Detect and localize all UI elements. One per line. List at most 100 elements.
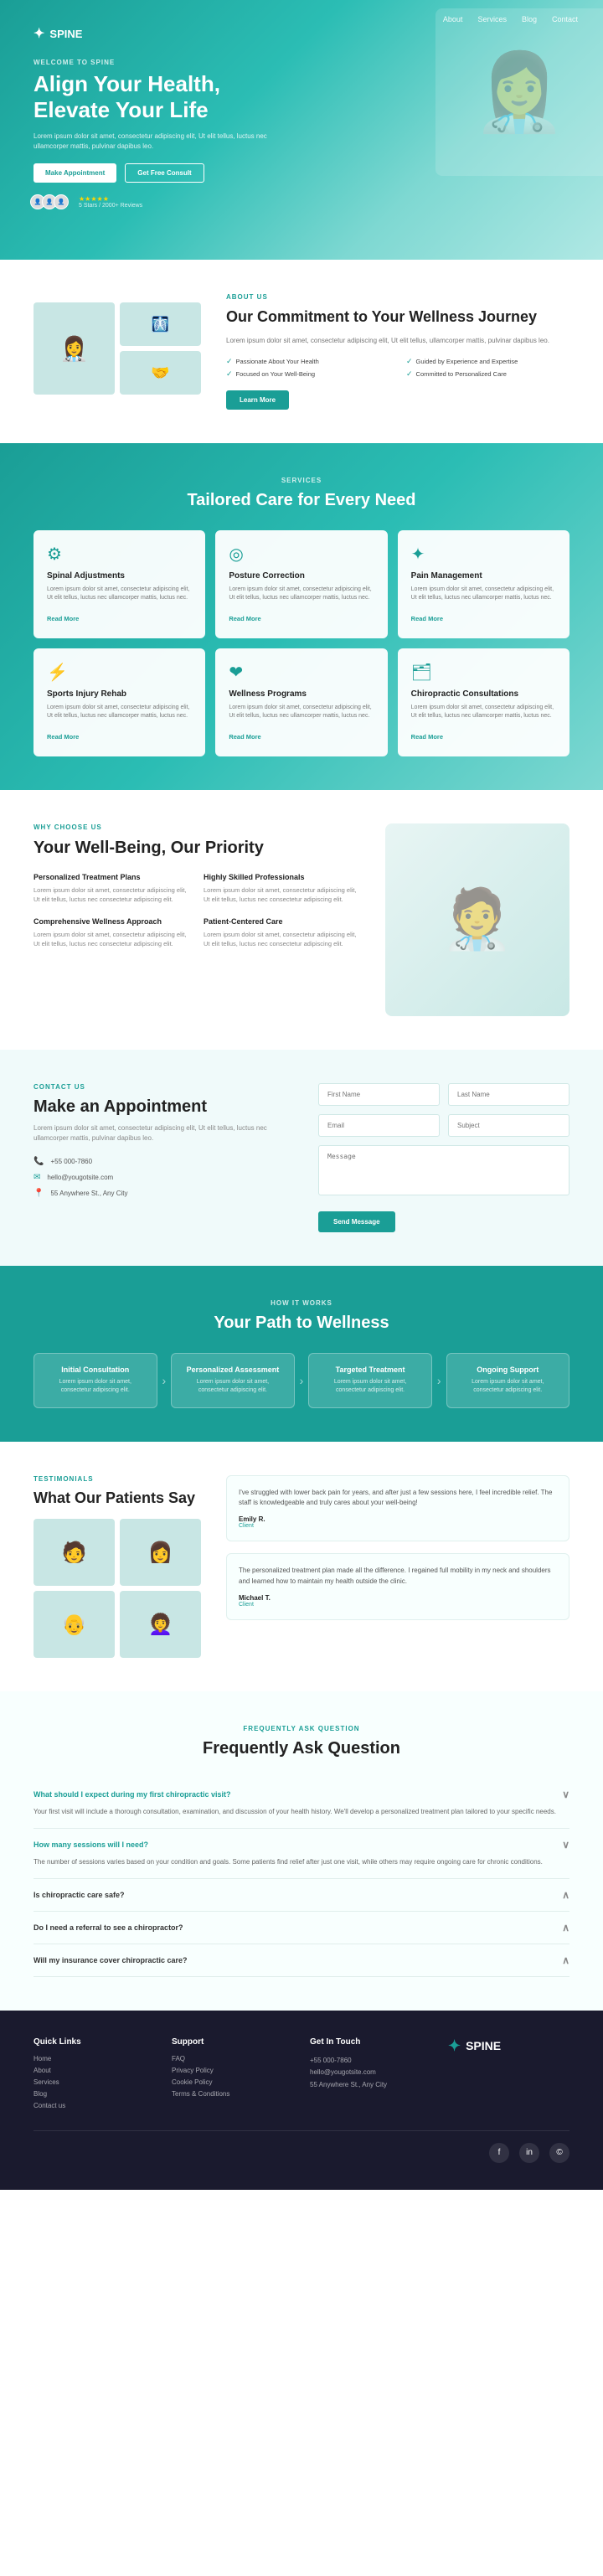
faq-question-4[interactable]: Will my insurance cover chiropractic car… — [34, 1954, 570, 1966]
hero-social-proof: 👤 👤 👤 ★★★★★ 5 Stars / 2000+ Reviews — [34, 194, 268, 209]
appointment-form: Send Message — [318, 1083, 570, 1232]
testimonials-left: TESTIMONIALS What Our Patients Say 🧑 👩 👴… — [34, 1475, 201, 1659]
footer-quick-links: Quick Links Home About Services Blog Con… — [34, 2037, 155, 2114]
service-title-1: Posture Correction — [229, 571, 374, 581]
footer-support-faq[interactable]: FAQ — [172, 2055, 293, 2062]
path-arrow-1: › — [157, 1374, 172, 1387]
service-link-1[interactable]: Read More — [229, 615, 260, 622]
testimonial-images: 🧑 👩 👴 👩‍🦱 — [34, 1519, 201, 1658]
faq-toggle-4[interactable]: ∧ — [562, 1954, 570, 1966]
path-step-desc-0: Lorem ipsum dolor sit amet, consectetur … — [46, 1378, 145, 1396]
service-desc-4: Lorem ipsum dolor sit amet, consectetur … — [229, 704, 374, 721]
footer-bottom: f in © — [34, 2130, 570, 2163]
why-item-title-2: Comprehensive Wellness Approach — [34, 917, 190, 926]
make-appointment-button[interactable]: Make Appointment — [34, 163, 116, 183]
service-link-4[interactable]: Read More — [229, 733, 260, 741]
check-icon-3: ✓ — [406, 369, 413, 379]
email-input[interactable] — [318, 1114, 440, 1137]
service-desc-1: Lorem ipsum dolor sit amet, consectetur … — [229, 586, 374, 603]
faq-item-0: What should I expect during my first chi… — [34, 1778, 570, 1829]
path-step-desc-1: Lorem ipsum dolor sit amet, consectetur … — [183, 1378, 282, 1396]
hero-buttons: Make Appointment Get Free Consult — [34, 163, 268, 183]
check-icon-0: ✓ — [226, 357, 233, 366]
faq-question-0[interactable]: What should I expect during my first chi… — [34, 1789, 570, 1800]
service-card-5: 🗂 Chiropractic Consultations Lorem ipsum… — [398, 648, 570, 756]
commitment-description: Lorem ipsum dolor sit amet, consectetur … — [226, 336, 570, 347]
service-desc-5: Lorem ipsum dolor sit amet, consectetur … — [411, 704, 556, 721]
location-icon: 📍 — [34, 1189, 44, 1198]
footer-support-terms[interactable]: Terms & Conditions — [172, 2090, 293, 2098]
social-linkedin[interactable]: in — [519, 2143, 539, 2163]
testimonial-text-1: The personalized treatment plan made all… — [239, 1566, 557, 1587]
service-link-0[interactable]: Read More — [47, 615, 79, 622]
service-desc-3: Lorem ipsum dolor sit amet, consectetur … — [47, 704, 192, 721]
footer-link-home[interactable]: Home — [34, 2055, 155, 2062]
footer-link-services[interactable]: Services — [34, 2078, 155, 2086]
service-icon-0: ⚙ — [47, 544, 192, 565]
path-arrow-3: › — [432, 1374, 446, 1387]
appointment-heading: Make an Appointment — [34, 1097, 285, 1117]
email-icon: ✉ — [34, 1173, 40, 1182]
path-section: HOW IT WORKS Your Path to Wellness Initi… — [0, 1266, 603, 1442]
footer-link-about[interactable]: About — [34, 2067, 155, 2074]
why-item-3: Patient-Centered Care Lorem ipsum dolor … — [204, 917, 360, 949]
service-card-2: ✦ Pain Management Lorem ipsum dolor sit … — [398, 530, 570, 638]
hero-doctor-image: 👩‍⚕️ — [436, 8, 603, 176]
path-step-2: Targeted Treatment Lorem ipsum dolor sit… — [308, 1353, 432, 1408]
faq-toggle-2[interactable]: ∧ — [562, 1889, 570, 1901]
service-card-4: ❤ Wellness Programs Lorem ipsum dolor si… — [215, 648, 387, 756]
why-item-2: Comprehensive Wellness Approach Lorem ip… — [34, 917, 190, 949]
contact-address: 📍 55 Anywhere St., Any City — [34, 1189, 285, 1198]
send-message-button[interactable]: Send Message — [318, 1211, 395, 1232]
commitment-image-bottom: 🤝 — [120, 351, 201, 395]
why-heading: Your Well-Being, Our Priority — [34, 838, 360, 858]
faq-question-3[interactable]: Do I need a referral to see a chiropract… — [34, 1922, 570, 1933]
service-link-3[interactable]: Read More — [47, 733, 79, 741]
faq-question-1[interactable]: How many sessions will I need? ∨ — [34, 1839, 570, 1851]
why-item-desc-3: Lorem ipsum dolor sit amet, consectetur … — [204, 930, 360, 949]
email-field — [318, 1114, 440, 1137]
subject-input[interactable] — [448, 1114, 570, 1137]
last-name-input[interactable] — [448, 1083, 570, 1106]
hero-rating-text: 5 Stars / 2000+ Reviews — [79, 203, 142, 209]
first-name-input[interactable] — [318, 1083, 440, 1106]
service-link-2[interactable]: Read More — [411, 615, 443, 622]
contact-info: 📞 +55 000-7860 ✉ hello@yougotsite.com 📍 … — [34, 1157, 285, 1198]
testimonials-label: TESTIMONIALS — [34, 1475, 201, 1483]
social-other[interactable]: © — [549, 2143, 570, 2163]
why-item-1: Highly Skilled Professionals Lorem ipsum… — [204, 873, 360, 905]
hero-section: ✦ SPINE About Services Blog Contact WELC… — [0, 0, 603, 260]
testimonials-heading: What Our Patients Say — [34, 1489, 201, 1508]
avatar-3: 👤 — [54, 194, 69, 209]
footer-logo-symbol: ✦ — [448, 2037, 461, 2055]
why-text: WHY CHOOSE US Your Well-Being, Our Prior… — [34, 823, 360, 949]
footer-support-cookie[interactable]: Cookie Policy — [172, 2078, 293, 2086]
faq-answer-1: The number of sessions varies based on y… — [34, 1857, 570, 1868]
footer-link-blog[interactable]: Blog — [34, 2090, 155, 2098]
feature-1: ✓ Guided by Experience and Expertise — [406, 357, 570, 366]
path-arrow-2: › — [295, 1374, 309, 1387]
footer-brand-col: ✦ SPINE — [448, 2037, 570, 2114]
faq-toggle-1[interactable]: ∨ — [562, 1839, 570, 1851]
social-facebook[interactable]: f — [489, 2143, 509, 2163]
appointment-section: CONTACT US Make an Appointment Lorem ips… — [0, 1050, 603, 1266]
last-name-field — [448, 1083, 570, 1106]
faq-question-2[interactable]: Is chiropractic care safe? ∧ — [34, 1889, 570, 1901]
learn-more-button[interactable]: Learn More — [226, 390, 289, 410]
free-consult-button[interactable]: Get Free Consult — [125, 163, 204, 183]
service-link-5[interactable]: Read More — [411, 733, 443, 741]
faq-toggle-3[interactable]: ∧ — [562, 1922, 570, 1933]
message-input[interactable] — [318, 1145, 570, 1195]
footer-support-privacy[interactable]: Privacy Policy — [172, 2067, 293, 2074]
testimonial-text-0: I've struggled with lower back pain for … — [239, 1488, 557, 1510]
faq-toggle-0[interactable]: ∨ — [562, 1789, 570, 1800]
path-step-1: Personalized Assessment Lorem ipsum dolo… — [171, 1353, 295, 1408]
path-step-title-2: Targeted Treatment — [321, 1365, 420, 1374]
faq-item-2: Is chiropractic care safe? ∧ — [34, 1879, 570, 1912]
testimonial-author-1: Michael T. — [239, 1594, 557, 1602]
footer-address: 55 Anywhere St., Any City — [310, 2079, 431, 2091]
path-step-3: Ongoing Support Lorem ipsum dolor sit am… — [446, 1353, 570, 1408]
footer-link-contact[interactable]: Contact us — [34, 2102, 155, 2109]
path-step-0: Initial Consultation Lorem ipsum dolor s… — [34, 1353, 157, 1408]
services-label: SERVICES — [34, 477, 570, 484]
